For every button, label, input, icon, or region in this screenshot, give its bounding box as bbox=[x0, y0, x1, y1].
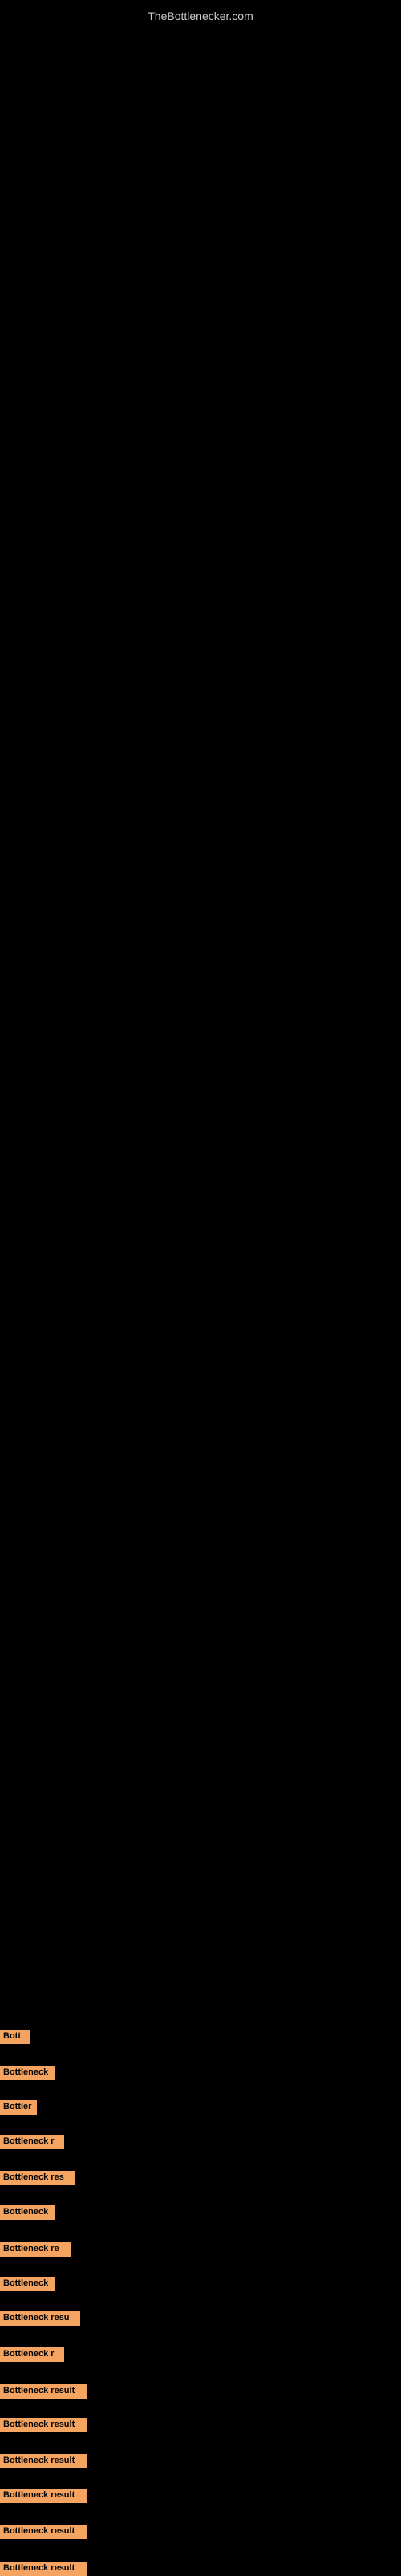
bottleneck-result-item: Bottleneck r bbox=[0, 2135, 64, 2149]
bottleneck-result-item: Bottleneck result bbox=[0, 2418, 87, 2432]
bottleneck-result-item: Bottleneck resu bbox=[0, 2311, 80, 2326]
bottleneck-result-item: Bott bbox=[0, 2030, 30, 2044]
bottleneck-result-item: Bottler bbox=[0, 2100, 37, 2115]
bottleneck-result-item: Bottleneck bbox=[0, 2277, 55, 2291]
bottleneck-result-item: Bottleneck bbox=[0, 2066, 55, 2080]
bottleneck-result-item: Bottleneck result bbox=[0, 2525, 87, 2539]
bottleneck-result-item: Bottleneck result bbox=[0, 2562, 87, 2576]
bottleneck-result-item: Bottleneck res bbox=[0, 2171, 75, 2185]
bottleneck-result-item: Bottleneck bbox=[0, 2205, 55, 2220]
bottleneck-result-item: Bottleneck re bbox=[0, 2242, 71, 2257]
bottleneck-result-item: Bottleneck r bbox=[0, 2347, 64, 2362]
bottleneck-result-item: Bottleneck result bbox=[0, 2489, 87, 2503]
bottleneck-result-item: Bottleneck result bbox=[0, 2384, 87, 2399]
bottleneck-result-item: Bottleneck result bbox=[0, 2454, 87, 2468]
site-title: TheBottlenecker.com bbox=[0, 3, 401, 29]
